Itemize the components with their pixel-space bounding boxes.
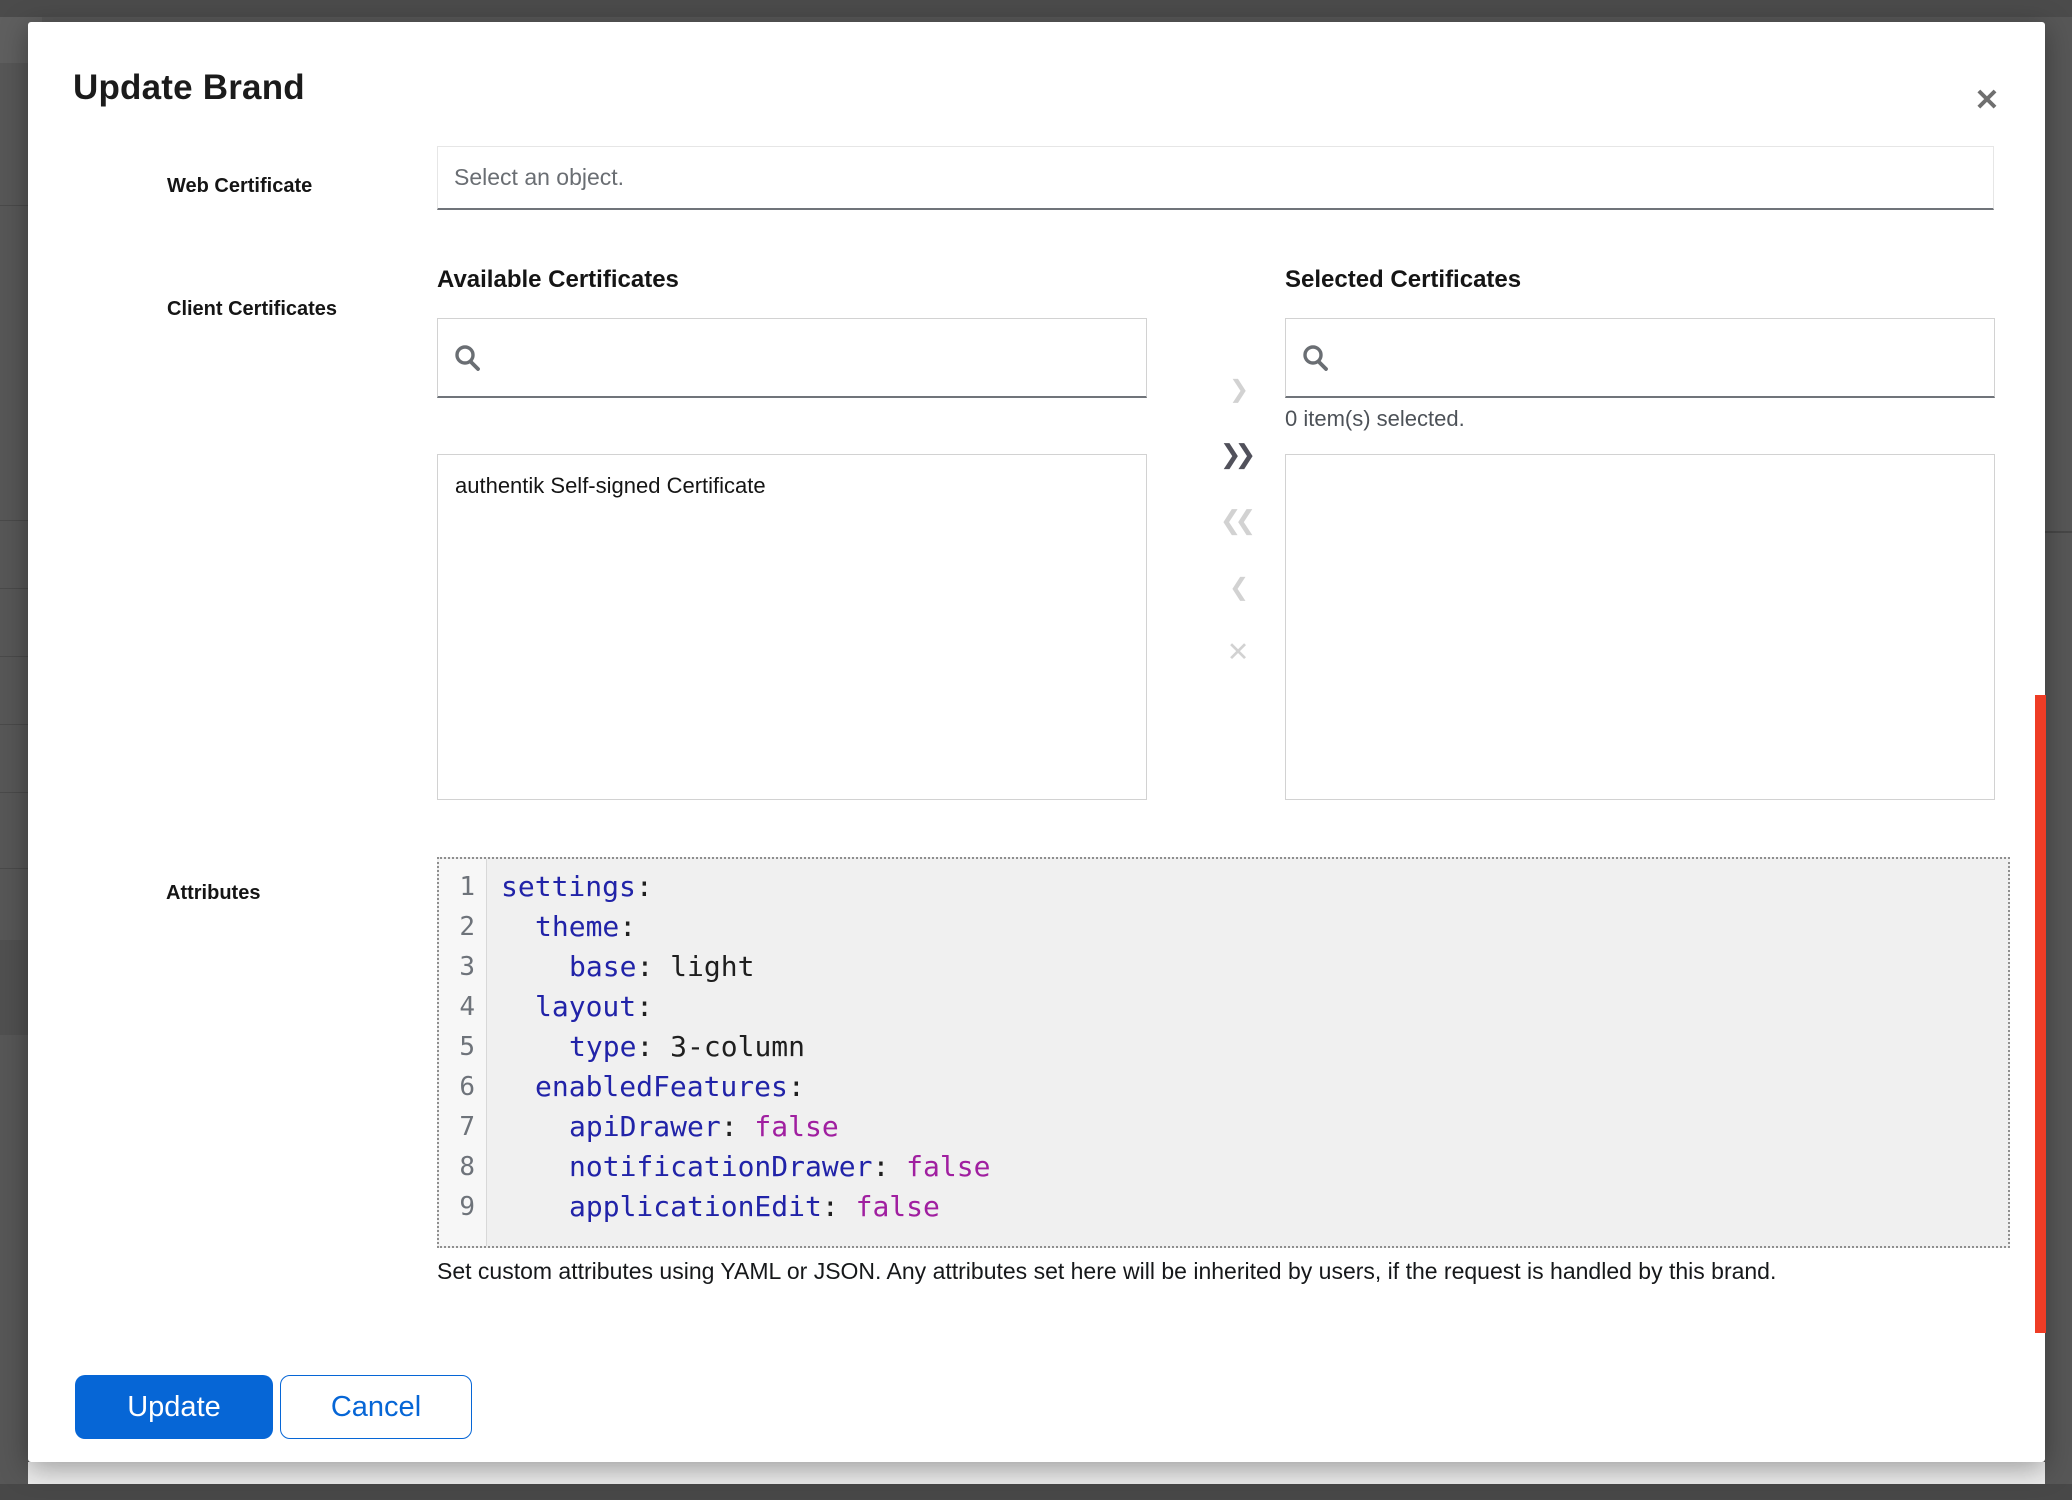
underlying-sidebar-divider (0, 656, 28, 657)
move-selected-left-button[interactable]: ❮ (1208, 564, 1268, 610)
selected-certificates-list[interactable] (1285, 454, 1995, 800)
web-certificate-select-input[interactable] (437, 146, 1994, 210)
underlying-page-topbar (0, 0, 2072, 17)
move-all-left-button[interactable]: ❮❮ (1208, 498, 1268, 544)
underlying-sidebar-divider (0, 588, 28, 589)
underlying-page-bottom-strip (28, 1462, 2045, 1484)
line-number: 3 (439, 947, 487, 987)
code-line: 6enabledFeatures: (439, 1067, 2008, 1107)
code-line: 8notificationDrawer: false (439, 1147, 2008, 1187)
code-line: 3base: light (439, 947, 2008, 987)
dual-list-controls: ❯❯❯❮❮❮✕ (1204, 366, 1272, 676)
selected-count-status: 0 item(s) selected. (1285, 406, 1465, 432)
code-line: 9applicationEdit: false (439, 1187, 2008, 1227)
line-number: 2 (439, 907, 487, 947)
code-line: 2theme: (439, 907, 2008, 947)
underlying-sidebar-divider (0, 792, 28, 793)
underlying-sidebar-active-item (0, 940, 28, 1035)
code-line: 7apiDrawer: false (439, 1107, 2008, 1147)
underlying-page-divider (2045, 531, 2072, 533)
attributes-label: Attributes (166, 882, 260, 905)
underlying-accent-bar (2035, 695, 2046, 1333)
clear-selected-button[interactable]: ✕ (1208, 630, 1268, 676)
update-brand-modal: Update Brand ✕ Web Certificate Client Ce… (28, 22, 2045, 1462)
selected-certificates-heading: Selected Certificates (1285, 266, 1521, 294)
screen: Update Brand ✕ Web Certificate Client Ce… (0, 0, 2072, 1500)
available-certificates-search (437, 318, 1147, 398)
move-selected-right-button[interactable]: ❯ (1208, 366, 1268, 412)
underlying-sidebar-divider (0, 868, 28, 869)
selected-certificates-search-input[interactable] (1341, 344, 1978, 372)
client-certificates-label: Client Certificates (167, 298, 337, 321)
available-certificates-search-input[interactable] (493, 344, 1130, 372)
line-number: 5 (439, 1027, 487, 1067)
code-line: 5type: 3-column (439, 1027, 2008, 1067)
line-number: 1 (439, 867, 487, 907)
search-icon (454, 344, 481, 371)
code-line: 4layout: (439, 987, 2008, 1027)
close-icon[interactable]: ✕ (1964, 78, 2010, 124)
attributes-code-editor[interactable]: 1settings:2theme:3base: light4layout:5ty… (437, 857, 2010, 1248)
available-certificates-list[interactable]: authentik Self-signed Certificate (437, 454, 1147, 800)
move-all-right-button[interactable]: ❯❯ (1208, 432, 1268, 478)
update-button[interactable]: Update (75, 1375, 273, 1439)
underlying-sidebar-divider (0, 724, 28, 725)
available-certificates-heading: Available Certificates (437, 266, 679, 294)
line-number: 6 (439, 1067, 487, 1107)
code-line: 1settings: (439, 867, 2008, 907)
line-number: 4 (439, 987, 487, 1027)
line-number: 9 (439, 1187, 487, 1227)
certificate-list-item[interactable]: authentik Self-signed Certificate (438, 461, 1146, 511)
selected-certificates-search (1285, 318, 1995, 398)
attributes-help-text: Set custom attributes using YAML or JSON… (437, 1258, 2017, 1285)
line-number: 7 (439, 1107, 487, 1147)
cancel-button[interactable]: Cancel (280, 1375, 472, 1439)
search-icon (1302, 344, 1329, 371)
modal-title: Update Brand (73, 68, 305, 108)
line-number: 8 (439, 1147, 487, 1187)
web-certificate-label: Web Certificate (167, 175, 312, 198)
underlying-sidebar-divider (0, 520, 28, 521)
underlying-page-bottom-bar (0, 1484, 2072, 1500)
attributes-code-lines: 1settings:2theme:3base: light4layout:5ty… (439, 867, 2008, 1227)
underlying-sidebar-divider (0, 205, 28, 206)
